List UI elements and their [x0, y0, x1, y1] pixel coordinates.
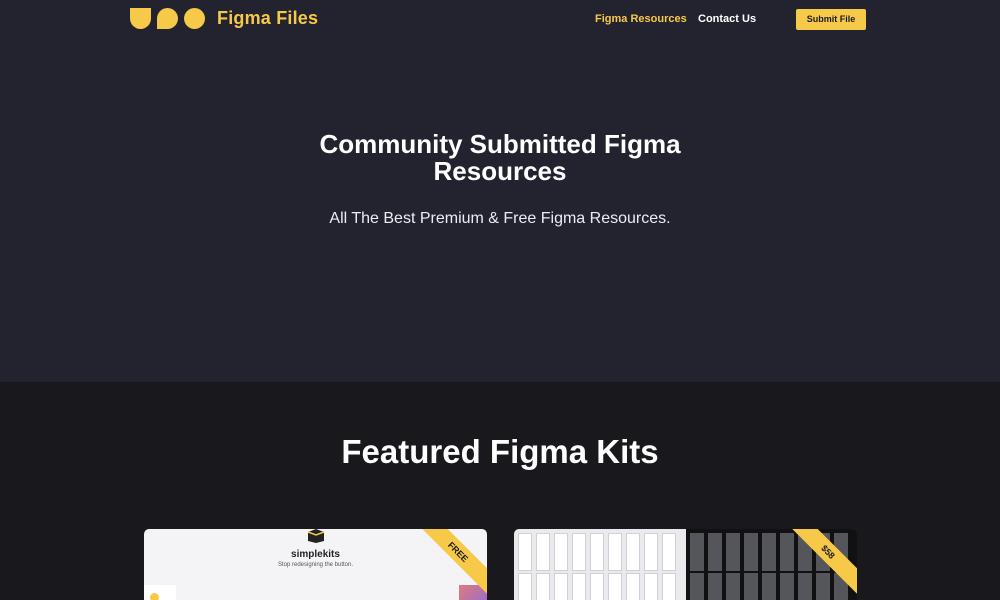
screen-thumb [816, 573, 830, 600]
screen-thumb [572, 533, 586, 571]
logo-cup-icon [130, 8, 151, 29]
top-nav: Figma Files Figma Resources Contact Us S… [0, 0, 1000, 40]
screen-thumb [518, 533, 532, 571]
screen-thumb [798, 573, 812, 600]
brand-logo[interactable]: Figma Files [130, 8, 318, 29]
screen-thumb [644, 533, 658, 571]
screen-thumb [726, 533, 740, 571]
screen-thumb [554, 573, 568, 600]
kit-card-premium[interactable]: $58 [514, 529, 857, 600]
screen-thumb [662, 533, 676, 571]
hero-title: Community Submitted Figma Resources [319, 129, 681, 186]
kit-preview-dot [150, 593, 159, 600]
featured-section-title: Featured Figma Kits [341, 433, 659, 470]
logo-leaf-icon [157, 8, 178, 29]
box-icon [307, 529, 325, 543]
screen-thumb [590, 573, 604, 600]
screen-thumb [536, 573, 550, 600]
nav-link-figma-resources[interactable]: Figma Resources [595, 13, 687, 25]
screen-thumb [780, 533, 794, 571]
nav-link-contact-us[interactable]: Contact Us [698, 13, 756, 25]
screen-thumb [744, 533, 758, 571]
kit-preview-panel [144, 585, 176, 600]
screen-thumb [626, 533, 640, 571]
submit-file-button[interactable]: Submit File [796, 9, 866, 30]
kit-preview-light-screens [514, 529, 686, 600]
screen-thumb [608, 533, 622, 571]
screen-thumb [590, 533, 604, 571]
screen-thumb [726, 573, 740, 600]
screen-thumb [780, 573, 794, 600]
kit-tagline: Stop redesigning the button. [277, 562, 354, 568]
screen-thumb [708, 573, 722, 600]
kit-card-simplekits[interactable]: simplekits Stop redesigning the button. … [144, 529, 487, 600]
screen-thumb [644, 573, 658, 600]
screen-thumb [690, 533, 704, 571]
brand-name: Figma Files [217, 8, 319, 28]
screen-thumb [690, 573, 704, 600]
screen-thumb [708, 533, 722, 571]
hero-section: Figma Files Figma Resources Contact Us S… [0, 0, 1000, 382]
screen-thumb [536, 533, 550, 571]
screen-thumb [608, 573, 622, 600]
screen-thumb [744, 573, 758, 600]
screen-thumb [572, 573, 586, 600]
screen-thumb [554, 533, 568, 571]
kit-name: simplekits [291, 549, 340, 560]
screen-thumb [762, 573, 776, 600]
screen-thumb [662, 573, 676, 600]
screen-thumb [518, 573, 532, 600]
screen-thumb [626, 573, 640, 600]
hero-subtitle: All The Best Premium & Free Figma Resour… [329, 210, 671, 227]
screen-thumb [762, 533, 776, 571]
logo-circle-icon [184, 8, 205, 29]
